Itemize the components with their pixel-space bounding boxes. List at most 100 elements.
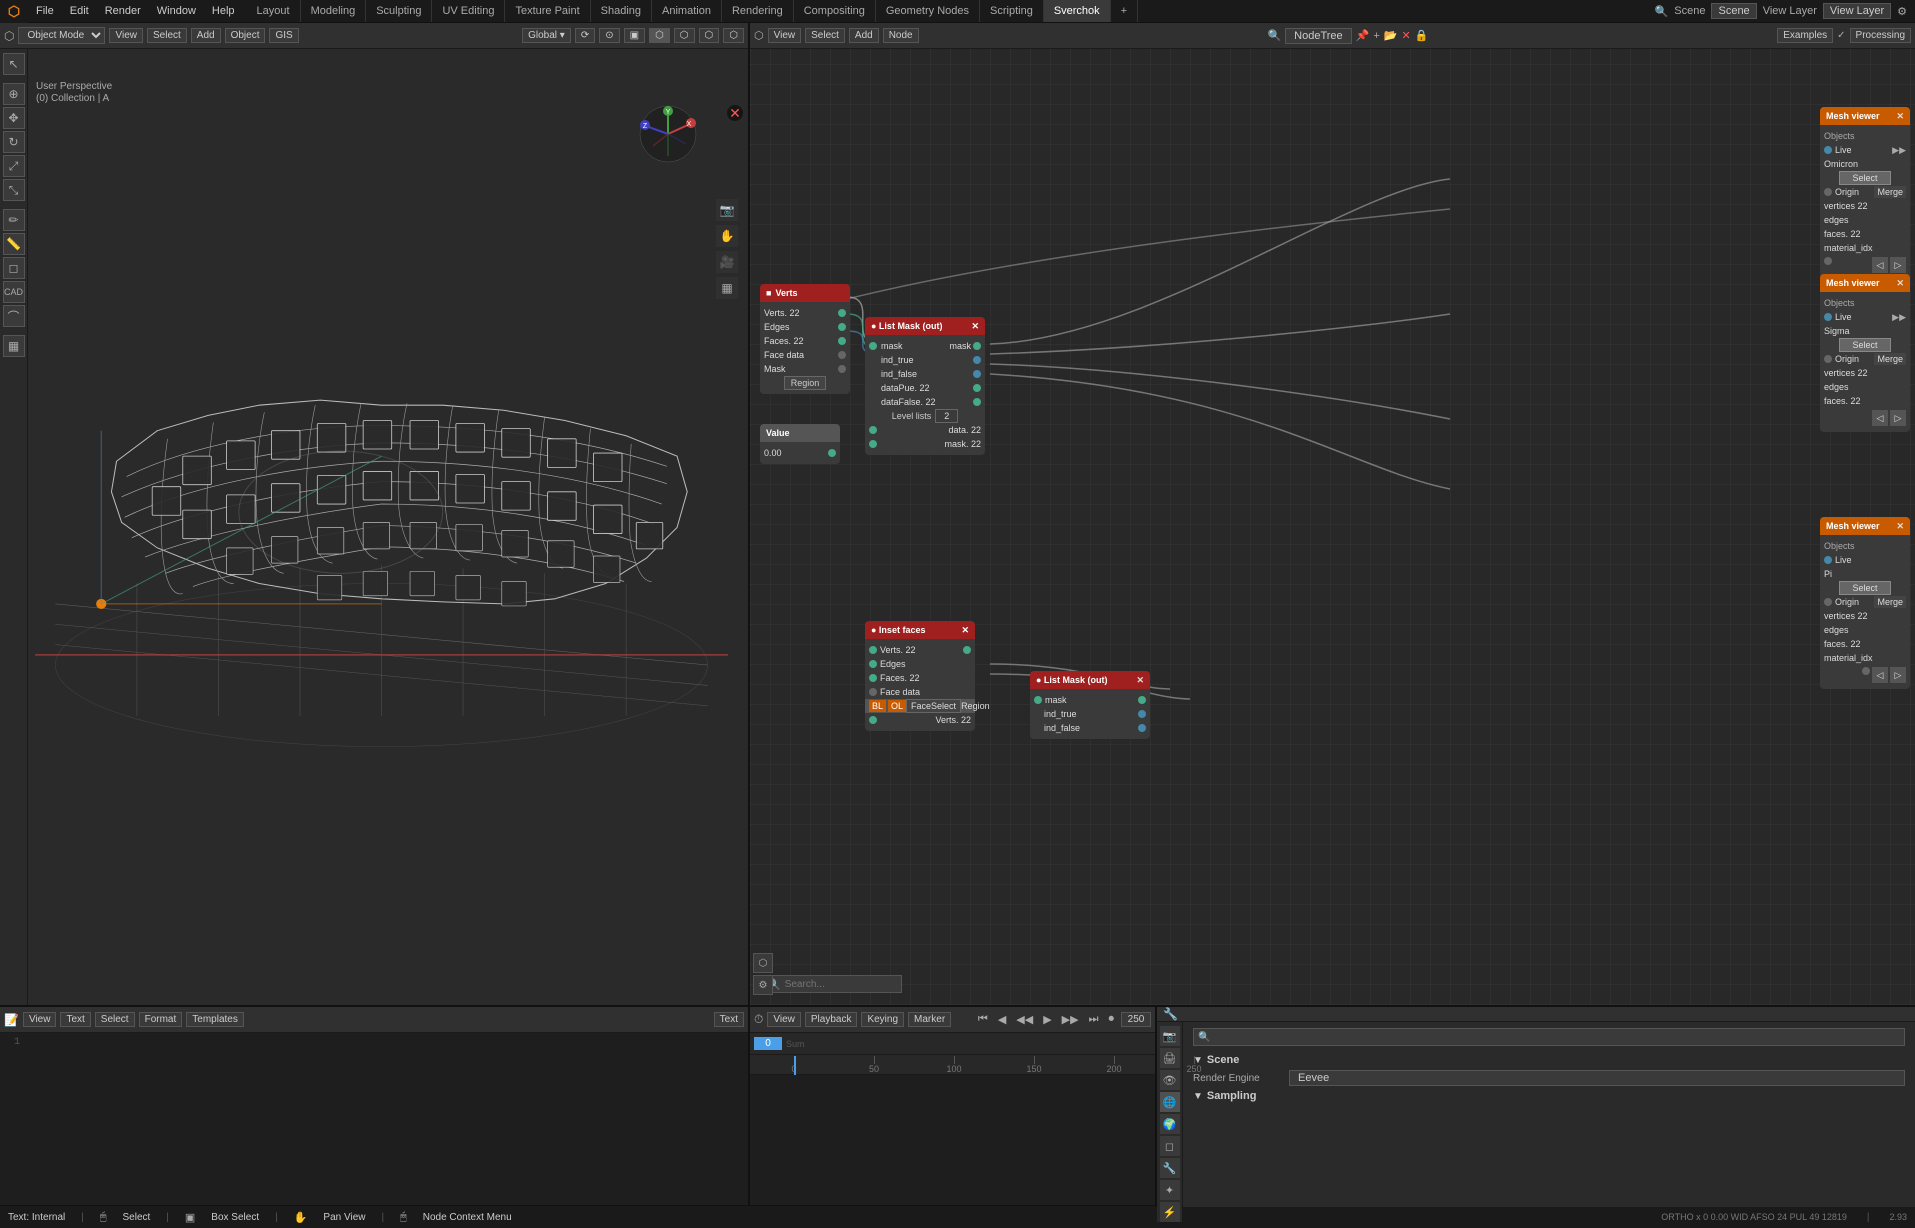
text-format-btn[interactable]: Format bbox=[139, 1012, 183, 1027]
tab-layout[interactable]: Layout bbox=[247, 0, 301, 22]
text-text-btn[interactable]: Text bbox=[60, 1012, 90, 1027]
viewport-object-btn[interactable]: Object bbox=[225, 28, 266, 43]
viewport-fullscreen-exit[interactable]: ✕ bbox=[727, 105, 743, 121]
node-open-icon[interactable]: 📂 bbox=[1384, 29, 1398, 42]
node-node-btn[interactable]: Node bbox=[883, 28, 919, 43]
node-inset-faces[interactable]: ● Inset faces ✕ Verts. 22 Edges bbox=[865, 621, 975, 731]
tool-add-curve[interactable]: ⌒ bbox=[3, 305, 25, 327]
viewport-canvas[interactable]: ↖ ⊕ ✥ ↻ ⤢ ⤡ ✏ 📏 ◻ CAD ⌒ ▦ bbox=[0, 49, 748, 1005]
mv3-ctrl1[interactable]: ◁ bbox=[1872, 667, 1888, 683]
node-fake-user-icon[interactable]: 🔒 bbox=[1415, 29, 1429, 42]
props-world-icon[interactable]: 🌍 bbox=[1160, 1114, 1180, 1134]
node-pin-icon[interactable]: 📌 bbox=[1356, 29, 1370, 42]
settings-icon[interactable]: ⚙ bbox=[1897, 5, 1907, 18]
props-search-bar[interactable]: 🔍 bbox=[1193, 1028, 1905, 1046]
mv2-merge[interactable]: Merge bbox=[1874, 353, 1906, 365]
text-templates-btn[interactable]: Templates bbox=[186, 1012, 244, 1027]
tool-select[interactable]: ↖ bbox=[3, 53, 25, 75]
text-select-btn[interactable]: Select bbox=[95, 1012, 135, 1027]
tab-uv-editing[interactable]: UV Editing bbox=[432, 0, 505, 22]
play-begin-btn[interactable]: ⏮ bbox=[975, 1013, 991, 1026]
viewport-shading-wire[interactable]: ⬡ bbox=[649, 28, 670, 43]
tool-camera2[interactable]: 🎥 bbox=[716, 251, 738, 273]
tool-grid2[interactable]: ▦ bbox=[716, 277, 738, 299]
menu-window[interactable]: Window bbox=[149, 0, 204, 22]
text-type-btn[interactable]: Text bbox=[714, 1012, 744, 1027]
node-list-mask-2[interactable]: ● List Mask (out) ✕ mask ind_true ind_fa… bbox=[1030, 671, 1150, 739]
frame-current[interactable]: 0 bbox=[754, 1037, 782, 1050]
scene-value[interactable]: Scene bbox=[1711, 3, 1756, 19]
tab-geometry-nodes[interactable]: Geometry Nodes bbox=[876, 0, 980, 22]
mv2-close[interactable]: ✕ bbox=[1896, 278, 1904, 289]
props-modifier-icon[interactable]: 🔧 bbox=[1160, 1158, 1180, 1178]
tab-scripting[interactable]: Scripting bbox=[980, 0, 1044, 22]
if-bl[interactable]: BL bbox=[869, 700, 886, 712]
text-view-btn[interactable]: View bbox=[23, 1012, 57, 1027]
menu-file[interactable]: File bbox=[28, 0, 62, 22]
mv3-close[interactable]: ✕ bbox=[1896, 521, 1904, 532]
timeline-view-btn[interactable]: View bbox=[767, 1012, 801, 1027]
node-examples-btn[interactable]: Examples bbox=[1777, 28, 1833, 43]
node-list-mask-1[interactable]: ● List Mask (out) ✕ mask mask ind_true bbox=[865, 317, 985, 455]
node-processing-btn[interactable]: Processing bbox=[1850, 28, 1911, 43]
stop-btn[interactable]: ⏺ bbox=[1106, 1013, 1118, 1026]
props-view-icon[interactable]: 👁 bbox=[1160, 1070, 1180, 1090]
menu-help[interactable]: Help bbox=[204, 0, 243, 22]
props-object-icon[interactable]: ◻ bbox=[1160, 1136, 1180, 1156]
tab-modeling[interactable]: Modeling bbox=[301, 0, 367, 22]
viewport-mode-select[interactable]: Object Mode bbox=[18, 27, 105, 44]
timeline-marker-btn[interactable]: Marker bbox=[908, 1012, 951, 1027]
tab-texture-paint[interactable]: Texture Paint bbox=[505, 0, 590, 22]
tool-annotate[interactable]: ✏ bbox=[3, 209, 25, 231]
view-layer-value[interactable]: View Layer bbox=[1823, 3, 1891, 19]
node-mesh-viewer-2[interactable]: Mesh viewer ✕ Objects Live ▶▶ Sigma Sele… bbox=[1820, 274, 1910, 432]
tab-shading[interactable]: Shading bbox=[591, 0, 652, 22]
viewport-xray-btn[interactable]: ▣ bbox=[624, 28, 645, 43]
props-physics-icon[interactable]: ⚡ bbox=[1160, 1202, 1180, 1222]
node-canvas[interactable]: ■ Verts Verts. 22 Edges Faces. 22 bbox=[750, 49, 1915, 1005]
viewport-gizmo[interactable]: X Y Z bbox=[638, 104, 698, 164]
node-mesh-viewer-3[interactable]: Mesh viewer ✕ Objects Live Pi Select bbox=[1820, 517, 1910, 689]
viewport-global-btn[interactable]: Global ▾ bbox=[522, 28, 571, 43]
play-back-btn[interactable]: ◀ bbox=[995, 1013, 1009, 1026]
tool-add-cube[interactable]: ◻ bbox=[3, 257, 25, 279]
viewport-shading-mat[interactable]: ⬡ bbox=[699, 28, 720, 43]
menu-render[interactable]: Render bbox=[97, 0, 149, 22]
viewport-transform-btn[interactable]: ⟳ bbox=[575, 28, 595, 43]
mv1-ctrl2[interactable]: ▷ bbox=[1890, 257, 1906, 273]
timeline-content[interactable] bbox=[750, 1075, 1155, 1205]
tool-rotate[interactable]: ↻ bbox=[3, 131, 25, 153]
level-value[interactable]: 2 bbox=[935, 409, 958, 423]
mv2-select-btn[interactable]: Select bbox=[1839, 338, 1890, 352]
node-tree-search[interactable]: 🔍 bbox=[1267, 29, 1281, 42]
node-value-2[interactable]: 0.00 bbox=[760, 442, 840, 464]
text-code-area[interactable] bbox=[24, 1037, 744, 1201]
menu-edit[interactable]: Edit bbox=[62, 0, 97, 22]
node-tool-2[interactable]: ⚙ bbox=[753, 975, 773, 995]
node-close-icon[interactable]: ✕ bbox=[1402, 29, 1411, 42]
viewport-shading-solid[interactable]: ⬡ bbox=[674, 28, 695, 43]
mv2-ctrl1[interactable]: ◁ bbox=[1872, 410, 1888, 426]
tab-add[interactable]: + bbox=[1111, 0, 1138, 22]
node-close-btn1[interactable]: ✕ bbox=[971, 321, 979, 332]
tab-animation[interactable]: Animation bbox=[652, 0, 722, 22]
mv1-merge[interactable]: Merge bbox=[1874, 186, 1906, 198]
mv1-select-btn[interactable]: Select bbox=[1839, 171, 1890, 185]
play-end-btn[interactable]: ⏭ bbox=[1086, 1013, 1102, 1026]
node-add-btn[interactable]: Add bbox=[849, 28, 879, 43]
region-btn[interactable]: Region bbox=[784, 376, 827, 390]
if-face-sel[interactable]: FaceSelect bbox=[906, 699, 961, 713]
tool-hand[interactable]: ✋ bbox=[716, 225, 738, 247]
node-verts-faces[interactable]: ■ Verts Verts. 22 Edges Faces. 22 bbox=[760, 284, 850, 394]
tab-rendering[interactable]: Rendering bbox=[722, 0, 794, 22]
frame-end-value[interactable]: 250 bbox=[1121, 1012, 1151, 1027]
props-scene-icon[interactable]: 🌐 bbox=[1160, 1092, 1180, 1112]
play-rev-btn[interactable]: ◀◀ bbox=[1013, 1013, 1036, 1026]
play-fwd-btn[interactable]: ▶▶ bbox=[1059, 1013, 1082, 1026]
render-engine-value[interactable]: Eevee bbox=[1289, 1070, 1905, 1086]
play-btn[interactable]: ▶ bbox=[1040, 1013, 1054, 1026]
node-search-bar[interactable]: 🔍 bbox=[762, 975, 902, 993]
sampling-collapse[interactable]: ▼ bbox=[1193, 1091, 1203, 1102]
node-tool-1[interactable]: ⬡ bbox=[753, 953, 773, 973]
tool-scale[interactable]: ⤢ bbox=[3, 155, 25, 177]
